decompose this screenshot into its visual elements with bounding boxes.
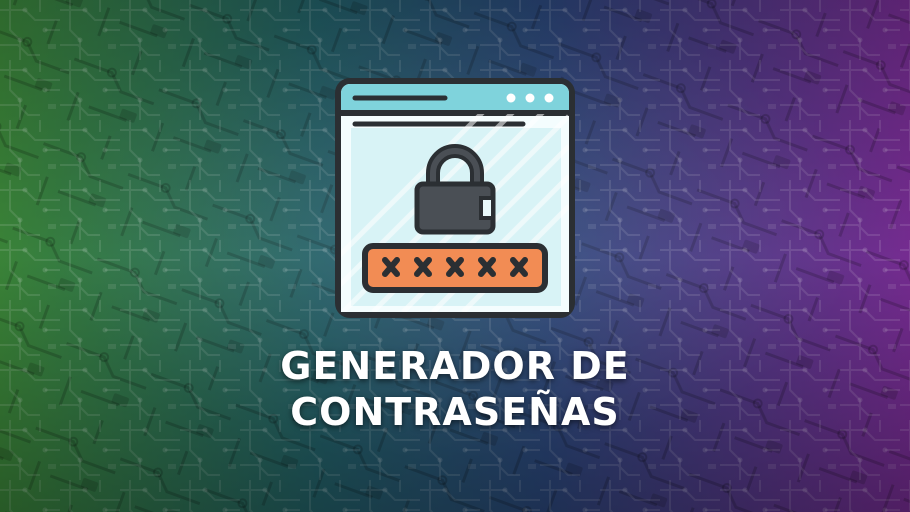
masked-password-field [362, 243, 548, 293]
title-line-2: CONTRASEÑAS [290, 390, 620, 434]
page-title: GENERADOR DE CONTRASEÑAS [0, 343, 910, 435]
password-window-icon [335, 78, 575, 318]
header-dot [525, 93, 535, 103]
banner: GENERADOR DE CONTRASEÑAS [0, 0, 910, 512]
header-dot [544, 93, 554, 103]
title-line-1: GENERADOR DE [280, 344, 630, 388]
header-dot [506, 93, 516, 103]
